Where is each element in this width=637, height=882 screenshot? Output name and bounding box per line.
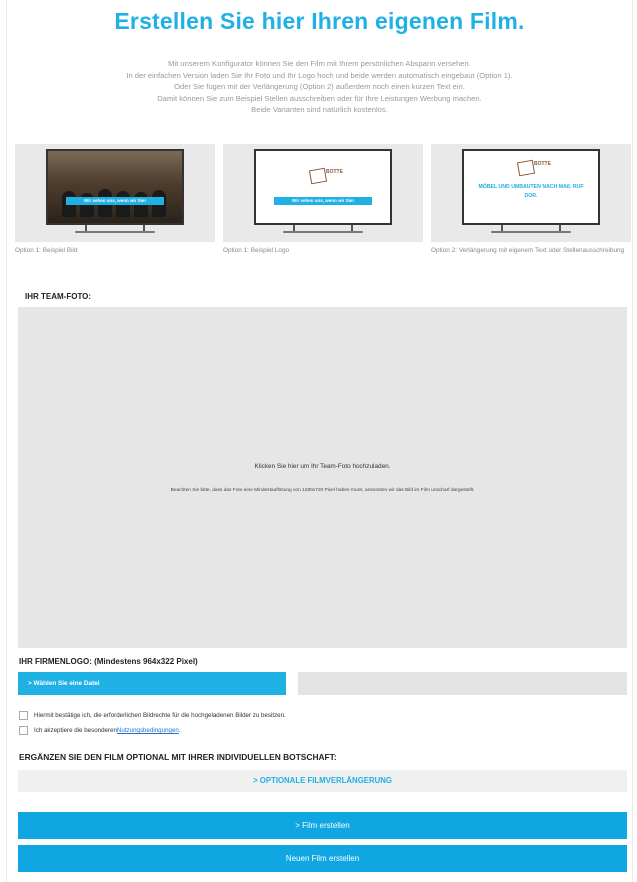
page-container: Erstellen Sie hier Ihren eigenen Film. M…	[6, 0, 633, 882]
example-blue-text: MÖBEL UND UMBAUTEN NACH MAß. RUF DOR.	[478, 184, 584, 199]
intro-line: Damit können Sie zum Beispiel Stellen au…	[157, 93, 482, 103]
botte-logo: BOTTE	[308, 165, 343, 185]
intro-line: Oder Sie fügen mit der Verlängerung (Opt…	[174, 82, 465, 92]
example-gallery: Wir sehen uns, wenn wir Sie! Option 1: B…	[15, 144, 631, 264]
intro-line: In der einfachen Version laden Sie Ihr F…	[126, 70, 513, 80]
tv-screen: Wir sehen uns, wenn wir Sie!	[46, 149, 184, 225]
intro-line: Mit unserem Konfigurator können Sie den …	[168, 59, 471, 68]
rights-consent: Hiermit bestätige ich, die erforderliche…	[19, 711, 286, 720]
upload-note: Beachten Sie bitte, dass das Foto eine M…	[170, 488, 475, 493]
botte-logo: BOTTE	[516, 157, 551, 177]
terms-text-suffix: .	[178, 727, 181, 734]
extension-label: ERGÄNZEN SIE DEN FILM OPTIONAL MIT IHRER…	[19, 752, 337, 762]
example-frame: Wir sehen uns, wenn wir Sie!	[15, 144, 215, 242]
page-title: Erstellen Sie hier Ihren eigenen Film.	[114, 8, 525, 34]
example-photo: Wir sehen uns, wenn wir Sie! Option 1: B…	[15, 144, 215, 255]
new-film-button[interactable]: Neuen Film erstellen	[18, 845, 627, 872]
example-extension: BOTTE MÖBEL UND UMBAUTEN NACH MAß. RUF D…	[431, 144, 631, 255]
tv-stand	[283, 225, 363, 233]
example-caption: Option 1: Beispiel Logo	[223, 247, 290, 254]
example-frame: BOTTE Wir sehen uns, wenn wir Sie!	[223, 144, 423, 242]
example-caption: Option 1: Beispiel Bild	[15, 247, 78, 254]
file-name-field[interactable]	[298, 672, 627, 695]
upload-instruction: Klicken Sie hier um Ihr Team-Foto hochzu…	[254, 463, 391, 470]
rights-checkbox[interactable]	[19, 711, 28, 720]
example-caption: Option 2: Verlängerung mit eigenem Text …	[431, 247, 625, 254]
terms-checkbox[interactable]	[19, 726, 28, 735]
optional-extension-button[interactable]: > OPTIONALE FILMVERLÄNGERUNG	[18, 770, 627, 792]
intro-line: Beide Varianten sind natürlich kostenlos…	[251, 105, 388, 115]
logo-upload-label: IHR FIRMENLOGO: (Mindestens 964x322 Pixe…	[19, 657, 198, 666]
tv-screen: BOTTE MÖBEL UND UMBAUTEN NACH MAß. RUF D…	[462, 149, 600, 225]
example-frame: BOTTE MÖBEL UND UMBAUTEN NACH MAß. RUF D…	[431, 144, 631, 242]
tv-stand	[75, 225, 155, 233]
example-banner: Wir sehen uns, wenn wir Sie!	[66, 197, 164, 205]
example-logo: BOTTE Wir sehen uns, wenn wir Sie! Optio…	[223, 144, 423, 255]
terms-consent: Ich akzeptiere die besonderen Nutzungsbe…	[19, 726, 181, 735]
team-photo-label: IHR TEAM-FOTO:	[25, 292, 92, 301]
terms-text-prefix: Ich akzeptiere die besonderen	[34, 727, 117, 734]
intro-text: Mit unserem Konfigurator können Sie den …	[7, 58, 632, 116]
tv-stand	[491, 225, 571, 233]
rights-text: Hiermit bestätige ich, die erforderliche…	[34, 712, 286, 719]
team-photo-image: Wir sehen uns, wenn wir Sie!	[48, 151, 182, 223]
team-photo-dropzone[interactable]: Klicken Sie hier um Ihr Team-Foto hochzu…	[18, 307, 627, 648]
example-banner: Wir sehen uns, wenn wir Sie!	[274, 197, 372, 205]
create-film-button[interactable]: > Film erstellen	[18, 812, 627, 839]
tv-screen: BOTTE Wir sehen uns, wenn wir Sie!	[254, 149, 392, 225]
terms-link[interactable]: Nutzungsbedingungen	[117, 727, 179, 734]
choose-file-button[interactable]: > Wählen Sie eine Datei	[18, 672, 286, 695]
